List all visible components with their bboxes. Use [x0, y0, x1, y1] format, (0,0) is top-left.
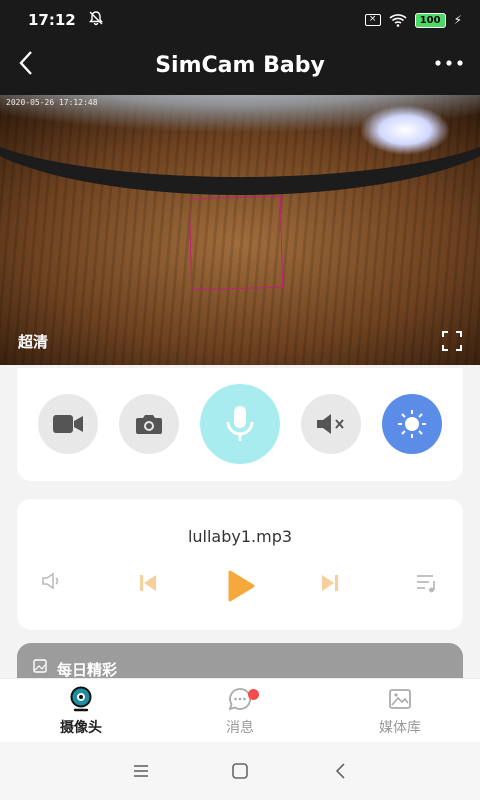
snapshot-button[interactable] [119, 394, 179, 454]
quality-toggle[interactable]: 超清 [18, 331, 48, 352]
lullaby-player: lullaby1.mp3 [17, 499, 463, 630]
motion-detection-box [188, 195, 284, 291]
light-button[interactable] [382, 394, 442, 454]
mute-notification-icon [88, 10, 104, 30]
video-glare [360, 105, 450, 155]
recents-button[interactable] [132, 760, 150, 784]
battery-icon: 100 [414, 12, 446, 28]
tab-messages[interactable]: 消息 [180, 685, 300, 737]
camera-icon [70, 686, 92, 712]
home-button[interactable] [231, 760, 249, 784]
control-panel [17, 368, 463, 481]
daily-highlights-card[interactable]: 每日精彩 [17, 643, 463, 683]
skip-next-icon [322, 575, 338, 591]
light-icon [398, 410, 426, 438]
fullscreen-icon [442, 331, 462, 351]
speaker-icon [42, 572, 59, 590]
tab-media-library-label: 媒体库 [379, 720, 421, 736]
talk-button[interactable] [200, 384, 280, 464]
track-name: lullaby1.mp3 [187, 527, 293, 546]
page-title: SimCam Baby [155, 53, 325, 78]
fullscreen-button[interactable] [442, 331, 462, 351]
menu-icon [134, 765, 148, 777]
playlist-icon [417, 575, 435, 593]
snapshot-icon [136, 415, 162, 434]
status-time: 17:12 [28, 11, 76, 29]
system-back-button[interactable] [334, 760, 348, 784]
tab-media-library[interactable]: 媒体库 [340, 685, 460, 737]
back-triangle-icon [335, 763, 345, 779]
video-timestamp: 2020-05-26 17:12:48 [6, 98, 98, 107]
charging-icon: ⚡ [453, 13, 462, 27]
tab-messages-label: 消息 [226, 720, 254, 736]
no-sim-icon: × [364, 14, 381, 26]
previous-track-button[interactable] [137, 572, 159, 594]
status-bar: 17:12 × 100 ⚡ [0, 0, 480, 40]
daily-highlights-label: 每日精彩 [57, 661, 118, 679]
volume-button[interactable] [41, 572, 63, 590]
system-nav-bar [0, 742, 480, 800]
home-square-icon [232, 763, 248, 779]
skip-previous-icon [140, 575, 156, 591]
more-options-button[interactable] [434, 50, 464, 82]
tab-camera-label: 摄像头 [60, 720, 102, 736]
tab-camera[interactable]: 摄像头 [21, 685, 141, 737]
playlist-button[interactable] [415, 572, 439, 594]
image-icon [33, 659, 47, 673]
play-icon [228, 570, 255, 602]
wifi-icon [389, 14, 407, 27]
unread-badge [248, 689, 259, 700]
play-button[interactable] [222, 569, 256, 603]
live-video-view[interactable]: 2020-05-26 17:12:48 超清 [0, 95, 480, 365]
mute-button[interactable] [301, 394, 361, 454]
record-video-button[interactable] [38, 394, 98, 454]
more-dots-icon [435, 60, 463, 66]
app-bar: SimCam Baby [0, 40, 480, 95]
bottom-tab-bar: 摄像头 消息 媒体库 [0, 678, 480, 742]
microphone-icon [226, 406, 254, 441]
mute-icon [317, 414, 344, 434]
video-record-icon [53, 415, 83, 433]
gallery-icon [389, 689, 411, 709]
next-track-button[interactable] [319, 572, 341, 594]
